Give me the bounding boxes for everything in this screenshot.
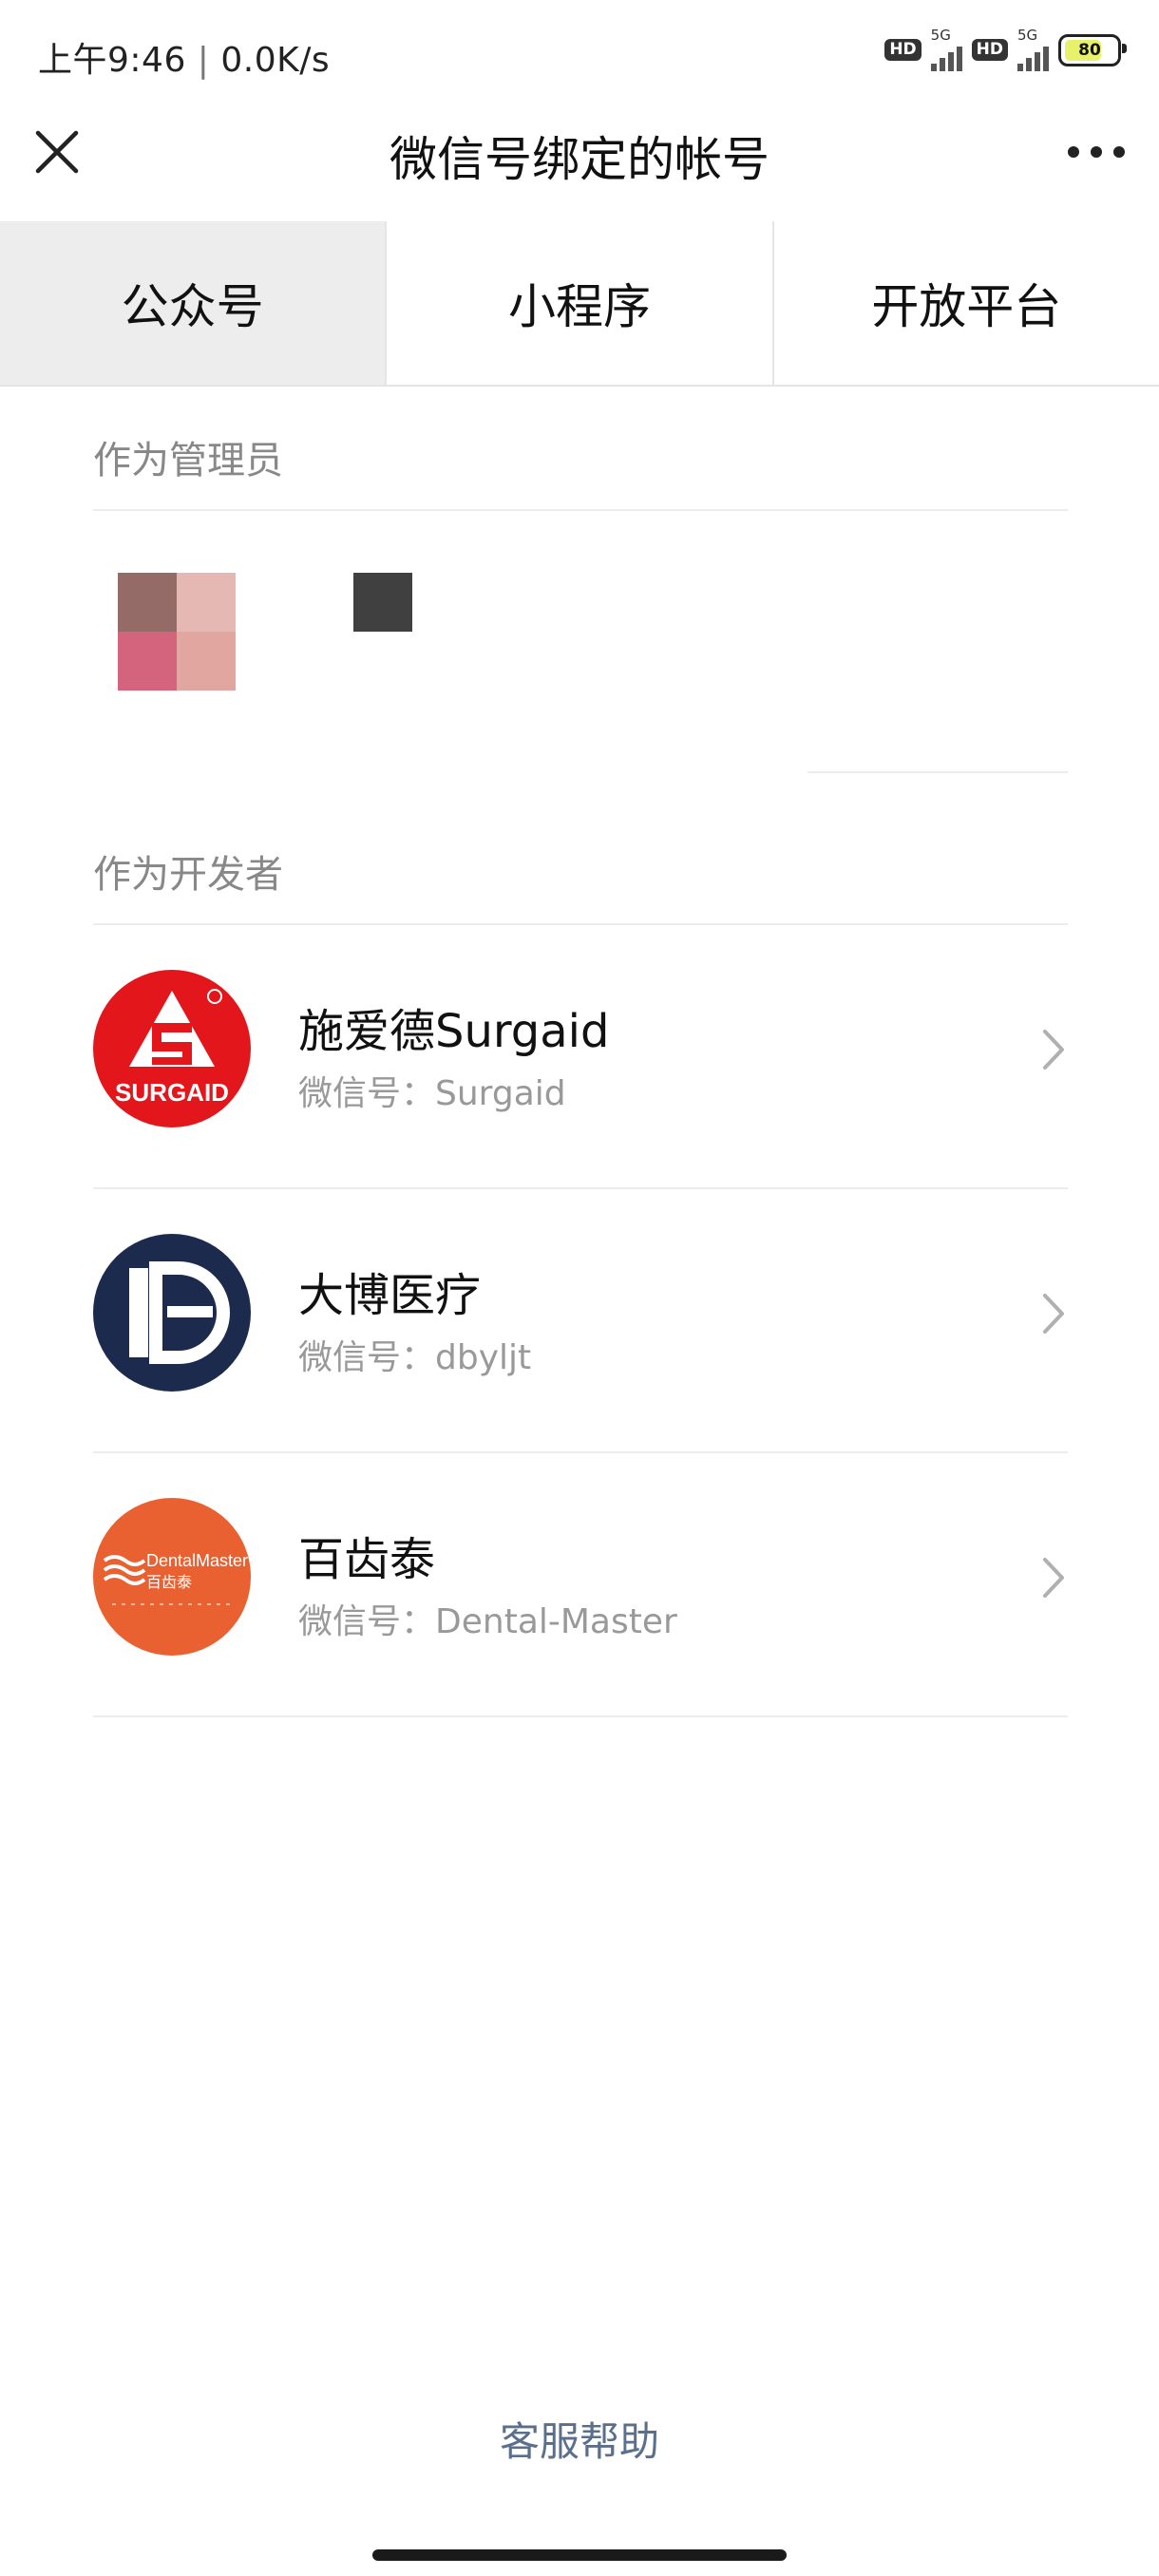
account-name: 百齿泰 — [298, 1533, 436, 1586]
battery-level: 80 — [1078, 40, 1101, 60]
account-row-dabo[interactable]: 大博医疗 微信号：dbyljt — [93, 1189, 1068, 1453]
more-icon-dot — [1113, 146, 1125, 158]
dental-master-logo-subtext: 百齿泰 — [146, 1573, 192, 1591]
chevron-right-icon — [1043, 1558, 1064, 1598]
account-name: 大博医疗 — [298, 1269, 482, 1322]
home-indicator[interactable] — [372, 2549, 787, 2561]
account-row-dental-master[interactable]: DentalMaster 百齿泰 百齿泰 微信号：Dental-Master — [93, 1453, 1068, 1717]
account-wechat-id: 微信号：Surgaid — [298, 1074, 566, 1113]
account-name: 施爱德Surgaid — [298, 1005, 610, 1058]
blurred-avatar[interactable] — [118, 573, 236, 691]
signal-icon-2: 5G — [1017, 28, 1049, 71]
account-row-surgaid[interactable]: SURGAID 施爱德Surgaid 微信号：Surgaid — [93, 925, 1068, 1189]
status-network-speed: 0.0K/s — [220, 41, 331, 80]
more-icon-dot — [1068, 146, 1079, 158]
tab-official-account[interactable]: 公众号 — [0, 221, 388, 385]
blurred-name[interactable] — [353, 573, 412, 632]
tab-mini-program[interactable]: 小程序 — [387, 221, 774, 385]
tab-open-platform[interactable]: 开放平台 — [774, 221, 1159, 385]
account-wechat-id: 微信号：Dental-Master — [298, 1602, 677, 1641]
section-title-developer: 作为开发者 — [93, 853, 283, 897]
surgaid-logo-text: SURGAID — [115, 1078, 229, 1107]
status-icons: HD 5G HD 5G 80 — [884, 28, 1127, 71]
row-divider — [93, 1715, 1068, 1717]
customer-service-help-link[interactable]: 客服帮助 — [0, 2410, 1159, 2468]
chevron-right-icon — [1043, 1294, 1064, 1334]
more-icon-dot — [1091, 146, 1102, 158]
more-button[interactable] — [1068, 131, 1125, 173]
status-bar-time: 上午9:46 | 0.0K/s — [38, 32, 330, 82]
section-title-admin: 作为管理员 — [93, 439, 283, 483]
battery-icon: 80 — [1058, 33, 1127, 66]
dental-master-logo: DentalMaster 百齿泰 — [93, 1498, 251, 1656]
chevron-right-icon — [1043, 1030, 1064, 1070]
signal-icon: 5G — [930, 28, 962, 71]
surgaid-logo: SURGAID — [93, 970, 251, 1127]
hd-icon: HD — [884, 39, 922, 61]
hd-icon-2: HD — [971, 39, 1008, 61]
page-title: 微信号绑定的帐号 — [390, 132, 770, 187]
dental-master-logo-text: DentalMaster — [146, 1551, 248, 1570]
section-divider — [93, 509, 1068, 511]
status-time: 上午9:46 — [38, 41, 186, 80]
status-separator: | — [197, 41, 221, 80]
tab-bar: 公众号 小程序 开放平台 — [0, 221, 1159, 387]
row-divider — [808, 771, 1068, 773]
account-wechat-id: 微信号：dbyljt — [298, 1338, 532, 1377]
dabo-logo — [93, 1234, 251, 1392]
